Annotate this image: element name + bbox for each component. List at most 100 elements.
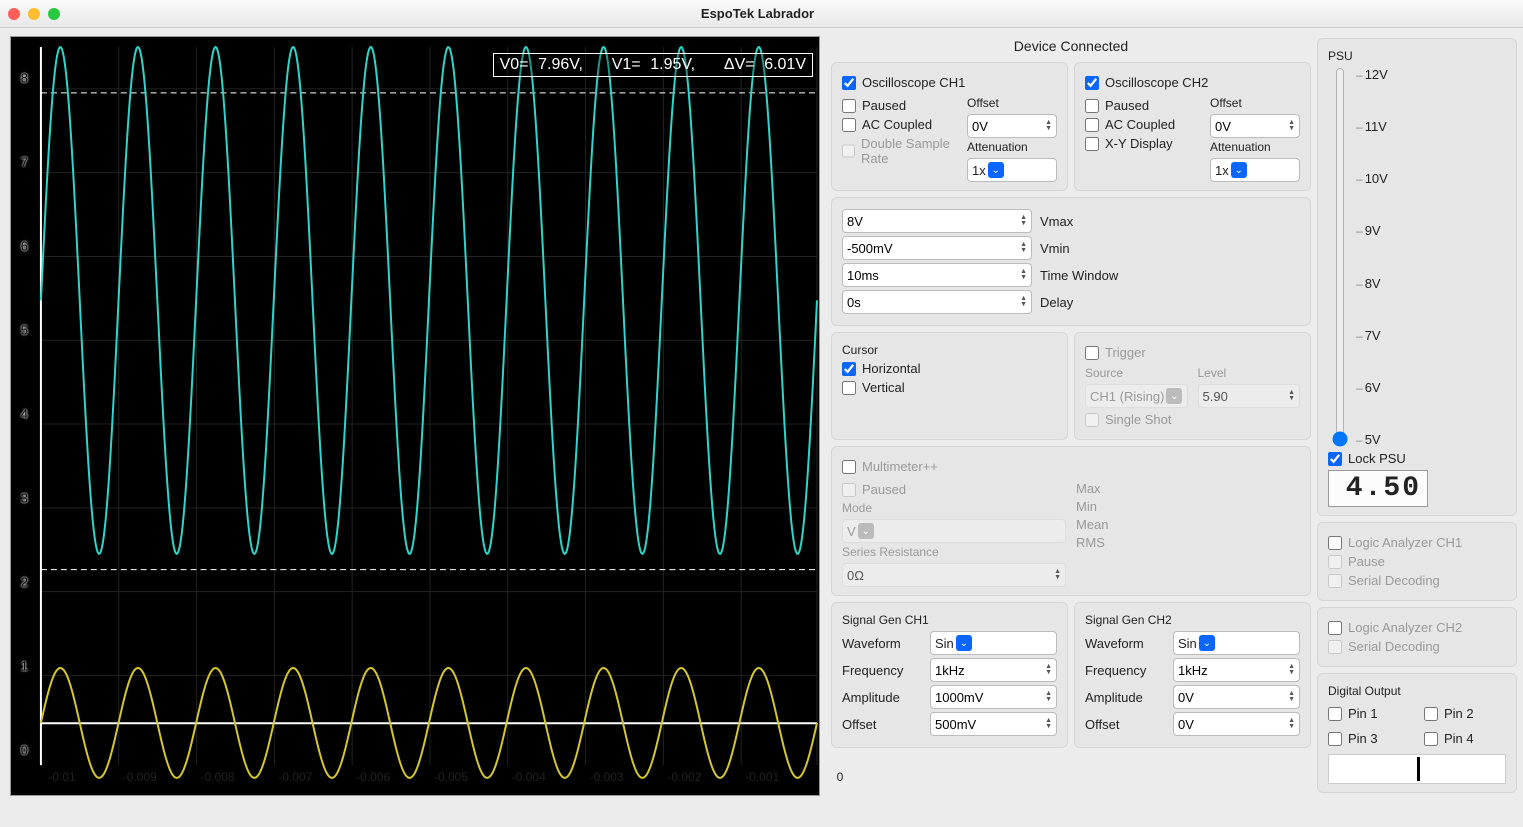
mm-max-label: Max bbox=[1076, 481, 1101, 496]
do-pin1[interactable]: Pin 1 bbox=[1328, 706, 1410, 721]
ch1-atten[interactable]: 1x⌄ bbox=[967, 158, 1057, 182]
stepper-icon[interactable]: ▲▼ bbox=[1045, 691, 1052, 703]
sg2-frequency[interactable]: ▲▼ bbox=[1173, 658, 1300, 682]
delay-input[interactable]: ▲▼ bbox=[842, 290, 1032, 314]
psu-title: PSU bbox=[1328, 49, 1506, 63]
ch2-offset-label: Offset bbox=[1210, 96, 1300, 110]
minimize-icon[interactable] bbox=[28, 8, 40, 20]
sg2-offset[interactable]: ▲▼ bbox=[1173, 712, 1300, 736]
stepper-icon[interactable]: ▲▼ bbox=[1288, 691, 1295, 703]
osc-ch1-panel: Oscilloscope CH1 Paused AC Coupled Doubl… bbox=[831, 62, 1068, 191]
ch1-ac[interactable]: AC Coupled bbox=[842, 117, 957, 132]
cursor-horizontal[interactable]: Horizontal bbox=[842, 361, 1057, 376]
stepper-icon[interactable]: ▲▼ bbox=[1020, 242, 1027, 254]
vmin-input[interactable]: ▲▼ bbox=[842, 236, 1032, 260]
sg1-offset[interactable]: ▲▼ bbox=[930, 712, 1057, 736]
trace-ch2 bbox=[41, 668, 817, 778]
siggen-ch2-panel: Signal Gen CH2 WaveformSin⌄ Frequency▲▼ … bbox=[1074, 602, 1311, 748]
la2-serial: Serial Decoding bbox=[1328, 639, 1506, 654]
la1-serial: Serial Decoding bbox=[1328, 573, 1506, 588]
sg2-title: Signal Gen CH2 bbox=[1085, 613, 1300, 627]
stepper-icon[interactable]: ▲▼ bbox=[1288, 718, 1295, 730]
trigger-enable[interactable]: Trigger bbox=[1085, 345, 1300, 360]
psu-panel: PSU –12V–11V–10V–9V–8V–7V–6V–5V Lock PSU… bbox=[1317, 38, 1517, 516]
ch2-paused[interactable]: Paused bbox=[1085, 98, 1200, 113]
ch2-offset[interactable]: ▲▼ bbox=[1210, 114, 1300, 138]
do-pin4[interactable]: Pin 4 bbox=[1424, 731, 1506, 746]
close-icon[interactable] bbox=[8, 8, 20, 20]
sg2-amp-label: Amplitude bbox=[1085, 690, 1165, 705]
cursor-vertical[interactable]: Vertical bbox=[842, 380, 1057, 395]
scope-area: V0= 7.96V, V1= 1.95V, ΔV= 6.01V 87654321… bbox=[0, 28, 825, 827]
psu-display: 4.50 bbox=[1328, 470, 1428, 507]
digital-output-panel: Digital Output Pin 1 Pin 2 Pin 3 Pin 4 bbox=[1317, 673, 1517, 793]
sg2-freq-label: Frequency bbox=[1085, 663, 1165, 678]
osc-ch1-enable[interactable]: Oscilloscope CH1 bbox=[842, 75, 1057, 90]
stepper-icon[interactable]: ▲▼ bbox=[1288, 120, 1295, 132]
ch2-ac[interactable]: AC Coupled bbox=[1085, 117, 1200, 132]
ch1-offset-label: Offset bbox=[967, 96, 1057, 110]
stepper-icon[interactable]: ▲▼ bbox=[1045, 718, 1052, 730]
chevron-down-icon: ⌄ bbox=[1166, 388, 1182, 404]
la-ch2-panel: Logic Analyzer CH2 Serial Decoding bbox=[1317, 607, 1517, 667]
scope-readout: V0= 7.96V, V1= 1.95V, ΔV= 6.01V bbox=[493, 53, 813, 77]
psu-lock[interactable]: Lock PSU bbox=[1328, 451, 1506, 466]
trigger-panel: Trigger Source CH1 (Rising)⌄ Single Shot… bbox=[1074, 332, 1311, 440]
range-panel: ▲▼Vmax ▲▼Vmin ▲▼Time Window ▲▼Delay bbox=[831, 197, 1311, 326]
maximize-icon[interactable] bbox=[48, 8, 60, 20]
ch1-paused[interactable]: Paused bbox=[842, 98, 957, 113]
vmax-label: Vmax bbox=[1040, 214, 1073, 229]
stepper-icon[interactable]: ▲▼ bbox=[1045, 664, 1052, 676]
timewindow-input[interactable]: ▲▼ bbox=[842, 263, 1032, 287]
sg1-title: Signal Gen CH1 bbox=[842, 613, 1057, 627]
mm-sr: ▲▼ bbox=[842, 563, 1066, 587]
delay-label: Delay bbox=[1040, 295, 1073, 310]
la1-pause: Pause bbox=[1328, 554, 1506, 569]
chevron-down-icon: ⌄ bbox=[956, 635, 972, 651]
stepper-icon[interactable]: ▲▼ bbox=[1020, 215, 1027, 227]
trigger-level-label: Level bbox=[1198, 366, 1301, 380]
cursor-panel: Cursor Horizontal Vertical bbox=[831, 332, 1068, 440]
chevron-down-icon: ⌄ bbox=[1199, 635, 1215, 651]
sg2-amplitude[interactable]: ▲▼ bbox=[1173, 685, 1300, 709]
psu-slider[interactable] bbox=[1328, 67, 1352, 447]
vmin-label: Vmin bbox=[1040, 241, 1070, 256]
window-controls bbox=[8, 8, 60, 20]
titlebar: EspoTek Labrador bbox=[0, 0, 1523, 28]
stepper-icon[interactable]: ▲▼ bbox=[1020, 296, 1027, 308]
osc-ch2-enable[interactable]: Oscilloscope CH2 bbox=[1085, 75, 1300, 90]
trigger-level: ▲▼ bbox=[1198, 384, 1301, 408]
multimeter-panel: Multimeter++ Paused Mode V⌄ Series Resis… bbox=[831, 446, 1311, 596]
do-indicator bbox=[1328, 754, 1506, 784]
mm-paused: Paused bbox=[842, 482, 1066, 497]
ch2-xy[interactable]: X-Y Display bbox=[1085, 136, 1200, 151]
stepper-icon[interactable]: ▲▼ bbox=[1020, 269, 1027, 281]
oscilloscope-display[interactable]: V0= 7.96V, V1= 1.95V, ΔV= 6.01V bbox=[10, 36, 820, 796]
sg1-off-label: Offset bbox=[842, 717, 922, 732]
osc-ch2-panel: Oscilloscope CH2 Paused AC Coupled X-Y D… bbox=[1074, 62, 1311, 191]
sg1-freq-label: Frequency bbox=[842, 663, 922, 678]
sg1-frequency[interactable]: ▲▼ bbox=[930, 658, 1057, 682]
chevron-down-icon: ⌄ bbox=[1231, 162, 1247, 178]
ch1-atten-label: Attenuation bbox=[967, 140, 1057, 154]
sg1-amplitude[interactable]: ▲▼ bbox=[930, 685, 1057, 709]
stepper-icon[interactable]: ▲▼ bbox=[1045, 120, 1052, 132]
la2-enable[interactable]: Logic Analyzer CH2 bbox=[1328, 620, 1506, 635]
do-title: Digital Output bbox=[1328, 684, 1506, 698]
do-pin3[interactable]: Pin 3 bbox=[1328, 731, 1410, 746]
trigger-source: CH1 (Rising)⌄ bbox=[1085, 384, 1188, 408]
chevron-down-icon: ⌄ bbox=[858, 523, 874, 539]
mm-min-label: Min bbox=[1076, 499, 1097, 514]
vmax-input[interactable]: ▲▼ bbox=[842, 209, 1032, 233]
do-pin2[interactable]: Pin 2 bbox=[1424, 706, 1506, 721]
mm-sr-label: Series Resistance bbox=[842, 545, 1066, 559]
la-ch1-panel: Logic Analyzer CH1 Pause Serial Decoding bbox=[1317, 522, 1517, 601]
sg2-wf-label: Waveform bbox=[1085, 636, 1165, 651]
sg1-waveform[interactable]: Sin⌄ bbox=[930, 631, 1057, 655]
sg2-waveform[interactable]: Sin⌄ bbox=[1173, 631, 1300, 655]
stepper-icon[interactable]: ▲▼ bbox=[1288, 664, 1295, 676]
la1-enable[interactable]: Logic Analyzer CH1 bbox=[1328, 535, 1506, 550]
ch2-atten[interactable]: 1x⌄ bbox=[1210, 158, 1300, 182]
ch1-offset[interactable]: ▲▼ bbox=[967, 114, 1057, 138]
multimeter-enable[interactable]: Multimeter++ bbox=[842, 459, 1300, 474]
